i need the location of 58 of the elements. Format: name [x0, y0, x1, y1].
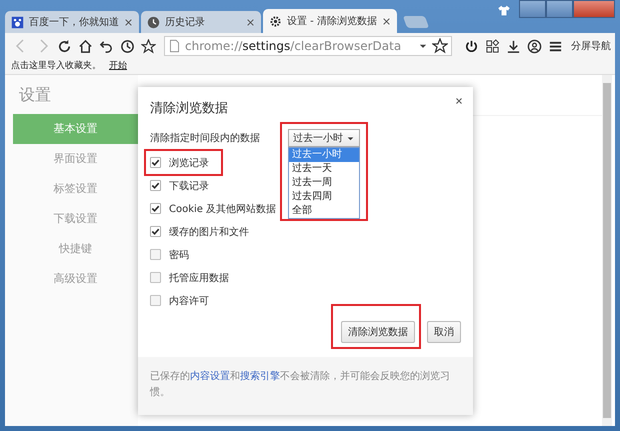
person-icon[interactable] [527, 38, 542, 54]
close-icon[interactable] [246, 18, 255, 26]
footer-note: 已保存的内容设置和搜索引擎不会被清除，并可能会反映您的浏览习惯。 [150, 370, 451, 400]
home-icon[interactable] [78, 38, 93, 54]
cancel-button[interactable]: 取消 [427, 321, 461, 343]
star-icon[interactable] [141, 38, 156, 54]
settings-icon [269, 14, 282, 28]
range-label: 清除指定时间段内的数据 [150, 132, 260, 145]
clear-data-button[interactable]: 清除浏览数据 [341, 321, 415, 343]
dropdown-option[interactable]: 过去四周 [289, 190, 359, 204]
checkbox-label: Cookie 及其他网站数据 [169, 202, 276, 216]
minimize-button[interactable] [519, 0, 546, 18]
browser-tab[interactable]: 百度一下，你就知道 [5, 11, 139, 33]
bookmarks-hint: 点击这里导入收藏夹。 [11, 60, 101, 72]
split-screen-link[interactable]: 分屏导航 [571, 39, 611, 53]
start-link[interactable]: 开始 [109, 59, 127, 72]
shirt-icon[interactable] [497, 4, 511, 17]
checkbox[interactable] [150, 226, 161, 237]
page-icon [168, 39, 181, 53]
maximize-button[interactable] [546, 0, 573, 18]
power-icon[interactable] [464, 38, 479, 54]
close-button[interactable] [573, 0, 615, 18]
close-icon[interactable] [455, 97, 463, 105]
settings-heading: 设置 [18, 84, 52, 106]
checkbox[interactable] [150, 180, 161, 191]
grid-icon[interactable] [485, 38, 500, 54]
dropdown-option[interactable]: 全部 [289, 204, 359, 218]
checkbox[interactable] [150, 157, 161, 168]
browser-tab[interactable]: 设置 - 清除浏览数据 [263, 9, 397, 33]
undo-icon[interactable] [99, 38, 114, 54]
star-icon[interactable] [432, 38, 448, 54]
browser-tab[interactable]: 历史记录 [141, 11, 261, 33]
dropdown-option[interactable]: 过去一天 [289, 162, 359, 176]
dropdown-option[interactable]: 过去一周 [289, 176, 359, 190]
clock-icon [147, 16, 160, 28]
reload-icon[interactable] [57, 38, 72, 54]
dropdown-option[interactable]: 过去一小时 [289, 148, 359, 162]
download-icon[interactable] [506, 38, 521, 54]
footer-link[interactable]: 内容设置 [190, 371, 230, 382]
scrollbar[interactable] [602, 75, 612, 426]
checkbox-label: 下载记录 [169, 180, 209, 192]
time-range-dropdown[interactable]: 过去一小时 [288, 129, 360, 147]
address-bar[interactable]: chrome://settings/clearBrowserData [164, 36, 452, 56]
dialog-title: 清除浏览数据 [150, 100, 228, 117]
footer-link[interactable]: 搜索引擎 [240, 371, 280, 382]
checkbox-label: 托管应用数据 [169, 272, 229, 284]
close-icon[interactable] [124, 18, 133, 26]
checkbox[interactable] [150, 203, 161, 214]
checkbox[interactable] [150, 295, 161, 306]
checkbox-label: 浏览记录 [169, 156, 209, 170]
checkbox[interactable] [150, 249, 161, 260]
checkbox-label: 内容许可 [169, 294, 209, 308]
checkbox-label: 密码 [169, 248, 189, 262]
checkbox[interactable] [150, 272, 161, 283]
clock-icon[interactable] [120, 38, 135, 54]
close-icon[interactable] [382, 16, 391, 26]
paw-icon [11, 16, 24, 28]
checkbox-label: 缓存的图片和文件 [169, 226, 249, 238]
